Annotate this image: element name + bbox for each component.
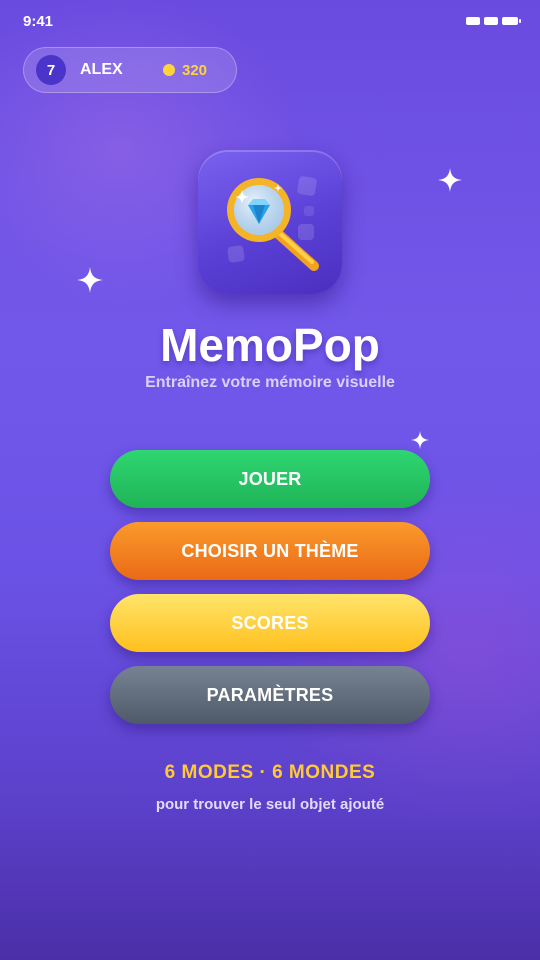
sparkle-icon: [438, 168, 462, 192]
app-title: MemoPop: [160, 319, 380, 371]
wifi-icon: [484, 17, 498, 25]
magnifier-diamond-icon: [227, 176, 319, 271]
status-bar: 9:41: [0, 0, 540, 44]
app-icon: [198, 150, 342, 294]
status-time: 9:41: [23, 13, 54, 30]
settings-button[interactable]: PARAMÈTRES: [110, 666, 430, 724]
profile-pill[interactable]: 7 ALEX 320: [23, 47, 237, 93]
level-badge: 7: [36, 55, 66, 85]
player-name: ALEX: [80, 61, 123, 78]
app-subtitle: Entraînez votre mémoire visuelle: [145, 374, 395, 391]
coin-count: 320: [182, 62, 208, 79]
modes-tagline: 6 MODES · 6 MONDES: [164, 762, 376, 783]
choose-theme-button[interactable]: CHOISIR UN THÈME: [110, 522, 430, 580]
signal-icon: [466, 17, 480, 25]
battery-icon: [502, 17, 521, 25]
play-button[interactable]: JOUER: [110, 450, 430, 508]
scores-button[interactable]: SCORES: [110, 594, 430, 652]
status-icons: [466, 17, 521, 25]
sparkle-icon: [77, 267, 103, 293]
coin-icon: [163, 64, 175, 76]
sparkle-icon: [411, 431, 429, 449]
game-description: pour trouver le seul objet ajouté: [155, 796, 385, 813]
